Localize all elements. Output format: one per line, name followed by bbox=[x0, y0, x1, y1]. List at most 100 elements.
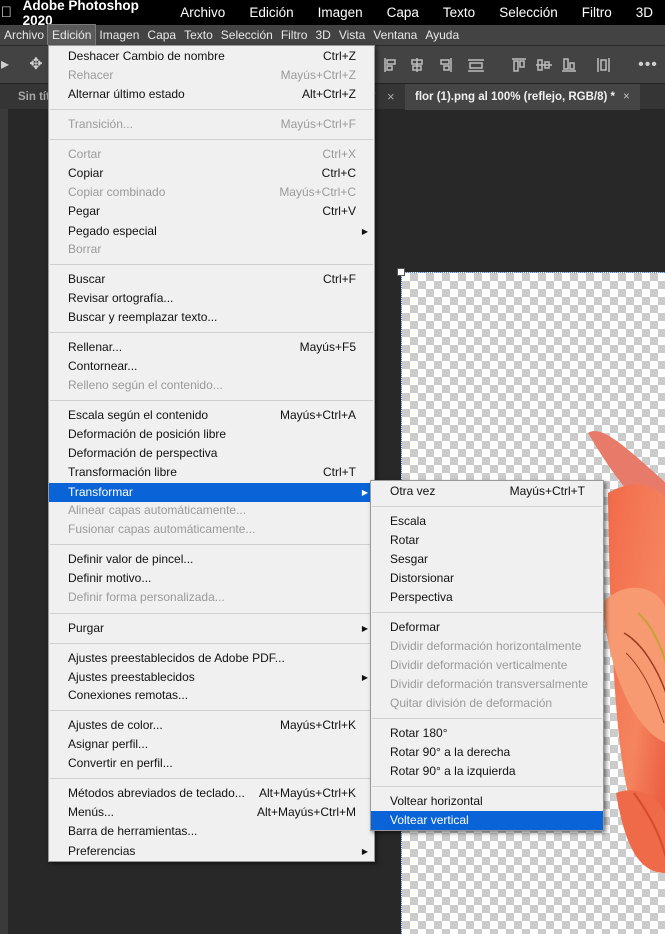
align-center-icon[interactable] bbox=[411, 58, 423, 72]
edit-menu-item-preferencias[interactable]: Preferencias ▶ bbox=[49, 842, 374, 861]
edit-menu-item-definir-valor-de-pincel[interactable]: Definir valor de pincel... bbox=[49, 550, 374, 569]
menu-vista[interactable]: Vista bbox=[335, 25, 369, 45]
edit-menu-item-deformacion-de-perspectiva[interactable]: Deformación de perspectiva bbox=[49, 444, 374, 463]
menu-item-label: Rotar 90° a la derecha bbox=[390, 745, 511, 759]
edit-menu-item-buscar-y-reemplazar-texto[interactable]: Buscar y reemplazar texto... bbox=[49, 308, 374, 327]
edit-menu-item-purgar[interactable]: Purgar ▶ bbox=[49, 619, 374, 638]
menu-separator bbox=[50, 400, 373, 401]
edit-menu-item-alternar-ultimo-estado[interactable]: Alternar último estado Alt+Ctrl+Z bbox=[49, 85, 374, 104]
os-menu-archivo[interactable]: Archivo bbox=[168, 5, 237, 20]
submenu-arrow-icon: ▶ bbox=[361, 488, 368, 497]
edit-menu-item-contornear[interactable]: Contornear... bbox=[49, 357, 374, 376]
menu-capa[interactable]: Capa bbox=[143, 25, 180, 45]
transform-menu-item-perspectiva[interactable]: Perspectiva bbox=[371, 588, 603, 607]
edit-menu-item-ajustes-de-color[interactable]: Ajustes de color... Mayús+Ctrl+K bbox=[49, 716, 374, 735]
selection-handle[interactable] bbox=[397, 268, 405, 276]
menu-item-label: Dividir deformación horizontalmente bbox=[390, 639, 582, 653]
edit-menu-item-pegado-especial[interactable]: Pegado especial ▶ bbox=[49, 222, 374, 241]
os-menu-capa[interactable]: Capa bbox=[375, 5, 431, 20]
transform-menu-item-rotar-90-a-la-derecha[interactable]: Rotar 90° a la derecha bbox=[371, 743, 603, 762]
align-right-icon[interactable] bbox=[440, 58, 452, 72]
os-menu-edicion[interactable]: Edición bbox=[237, 5, 305, 20]
menu-3d[interactable]: 3D bbox=[311, 25, 334, 45]
menu-texto[interactable]: Texto bbox=[180, 25, 217, 45]
edit-menu-item-copiar[interactable]: Copiar Ctrl+C bbox=[49, 164, 374, 183]
tab-flor[interactable]: flor (1).png al 100% (reflejo, RGB/8) * × bbox=[405, 84, 640, 110]
menu-item-label: Copiar combinado bbox=[68, 185, 166, 199]
tab-flor-close-icon[interactable]: × bbox=[623, 91, 630, 103]
menu-edicion[interactable]: Edición bbox=[47, 24, 97, 46]
menu-separator bbox=[372, 506, 602, 507]
tool-arrow-icon[interactable]: ▸ bbox=[0, 54, 16, 76]
transform-menu-item-voltear-horizontal[interactable]: Voltear horizontal bbox=[371, 792, 603, 811]
os-menu-texto[interactable]: Texto bbox=[431, 5, 487, 20]
edit-menu-item-ajustes-preestablecidos-de-adobe-pdf[interactable]: Ajustes preestablecidos de Adobe PDF... bbox=[49, 649, 374, 668]
transform-menu-item-rotar[interactable]: Rotar bbox=[371, 531, 603, 550]
align-icons-group bbox=[384, 58, 610, 72]
transform-menu-item-distorsionar[interactable]: Distorsionar bbox=[371, 569, 603, 588]
align-left-icon[interactable] bbox=[384, 58, 396, 72]
transform-menu-item-escala[interactable]: Escala bbox=[371, 512, 603, 531]
os-menu-filtro[interactable]: Filtro bbox=[570, 5, 624, 20]
edit-menu-item-alinear-capas-automaticamente: Alinear capas automáticamente... bbox=[49, 501, 374, 520]
more-options-icon[interactable]: ••• bbox=[637, 54, 659, 76]
apple-icon[interactable]:  bbox=[0, 0, 13, 25]
edit-menu-item-rellenar[interactable]: Rellenar... Mayús+F5 bbox=[49, 338, 374, 357]
app-menubar: Archivo Edición Imagen Capa Texto Selecc… bbox=[0, 24, 665, 46]
edit-menu-item-metodos-abreviados-de-teclado[interactable]: Métodos abreviados de teclado... Alt+Mayú… bbox=[49, 784, 374, 803]
menu-item-label: Voltear vertical bbox=[390, 813, 469, 827]
transform-menu-item-deformar[interactable]: Deformar bbox=[371, 618, 603, 637]
transform-menu-item-otra-vez[interactable]: Otra vez Mayús+Ctrl+T bbox=[371, 482, 603, 501]
edit-menu-item-deshacer-cambio-de-nombre[interactable]: Deshacer Cambio de nombre Ctrl+Z bbox=[49, 47, 374, 66]
menu-item-label: Cortar bbox=[68, 147, 102, 161]
left-panel-strip bbox=[0, 109, 8, 934]
menu-separator bbox=[50, 613, 373, 614]
menu-ayuda[interactable]: Ayuda bbox=[421, 25, 463, 45]
menu-item-label: Rellenar... bbox=[68, 340, 123, 354]
move-tool-icon[interactable]: ✥ bbox=[25, 54, 47, 76]
edit-menu-item-escala-segun-el-contenido[interactable]: Escala según el contenido Mayús+Ctrl+A bbox=[49, 406, 374, 425]
edit-menu-item-transformar[interactable]: Transformar ▶ bbox=[49, 483, 374, 502]
edit-menu-item-pegar[interactable]: Pegar Ctrl+V bbox=[49, 202, 374, 221]
menu-ventana[interactable]: Ventana bbox=[369, 25, 421, 45]
edit-menu-item-barra-de-herramientas[interactable]: Barra de herramientas... bbox=[49, 822, 374, 841]
edit-menu-item-convertir-en-perfil[interactable]: Convertir en perfil... bbox=[49, 754, 374, 773]
edit-menu-item-buscar[interactable]: Buscar Ctrl+F bbox=[49, 270, 374, 289]
app-name[interactable]: Adobe Photoshop 2020 bbox=[23, 0, 159, 28]
menu-seleccion[interactable]: Selección bbox=[217, 25, 277, 45]
menu-item-label: Distorsionar bbox=[390, 571, 455, 585]
transform-menu-item-voltear-vertical[interactable]: Voltear vertical bbox=[371, 811, 603, 830]
menu-item-label: Relleno según el contenido... bbox=[68, 378, 223, 392]
edit-menu-item-revisar-ortografia[interactable]: Revisar ortografía... bbox=[49, 289, 374, 308]
edit-menu-item-ajustes-preestablecidos[interactable]: Ajustes preestablecidos ▶ bbox=[49, 668, 374, 687]
menu-item-label: Deshacer Cambio de nombre bbox=[68, 49, 225, 63]
menu-item-label: Conexiones remotas... bbox=[68, 688, 189, 702]
menu-item-label: Perspectiva bbox=[390, 590, 453, 604]
transform-menu-item-sesgar[interactable]: Sesgar bbox=[371, 550, 603, 569]
align-top-icon[interactable] bbox=[512, 58, 526, 72]
edit-menu-item-conexiones-remotas[interactable]: Conexiones remotas... bbox=[49, 686, 374, 705]
edit-menu-item-definir-motivo[interactable]: Definir motivo... bbox=[49, 569, 374, 588]
menu-item-label: Barra de herramientas... bbox=[68, 824, 198, 838]
os-menu-3d[interactable]: 3D bbox=[624, 5, 665, 20]
menu-archivo[interactable]: Archivo bbox=[0, 25, 48, 45]
os-menu-seleccion[interactable]: Selección bbox=[487, 5, 570, 20]
align-bottom-icon[interactable] bbox=[562, 58, 576, 72]
menu-item-label: Rotar 90° a la izquierda bbox=[390, 764, 516, 778]
os-menu-imagen[interactable]: Imagen bbox=[306, 5, 375, 20]
transform-menu-item-rotar-180[interactable]: Rotar 180° bbox=[371, 724, 603, 743]
edit-menu-item-transformacion-libre[interactable]: Transformación libre Ctrl+T bbox=[49, 463, 374, 482]
transform-menu-item-rotar-90-a-la-izquierda[interactable]: Rotar 90° a la izquierda bbox=[371, 762, 603, 781]
menu-filtro[interactable]: Filtro bbox=[277, 25, 312, 45]
menu-item-shortcut: Mayús+Ctrl+F bbox=[280, 117, 356, 131]
menu-item-label: Asignar perfil... bbox=[68, 737, 149, 751]
distribute-vertical-icon[interactable] bbox=[597, 58, 610, 72]
edit-menu-item-menus[interactable]: Menús... Alt+Mayús+Ctrl+M bbox=[49, 803, 374, 822]
edit-menu-item-deformacion-de-posicion-libre[interactable]: Deformación de posición libre bbox=[49, 425, 374, 444]
edit-menu-item-asignar-perfil[interactable]: Asignar perfil... bbox=[49, 735, 374, 754]
align-middle-icon[interactable] bbox=[536, 59, 552, 71]
edit-menu-item-transicion: Transición... Mayús+Ctrl+F bbox=[49, 115, 374, 134]
tab-untitled-close-icon[interactable]: × bbox=[387, 84, 395, 110]
distribute-icon[interactable] bbox=[468, 59, 484, 72]
menu-imagen[interactable]: Imagen bbox=[95, 25, 143, 45]
